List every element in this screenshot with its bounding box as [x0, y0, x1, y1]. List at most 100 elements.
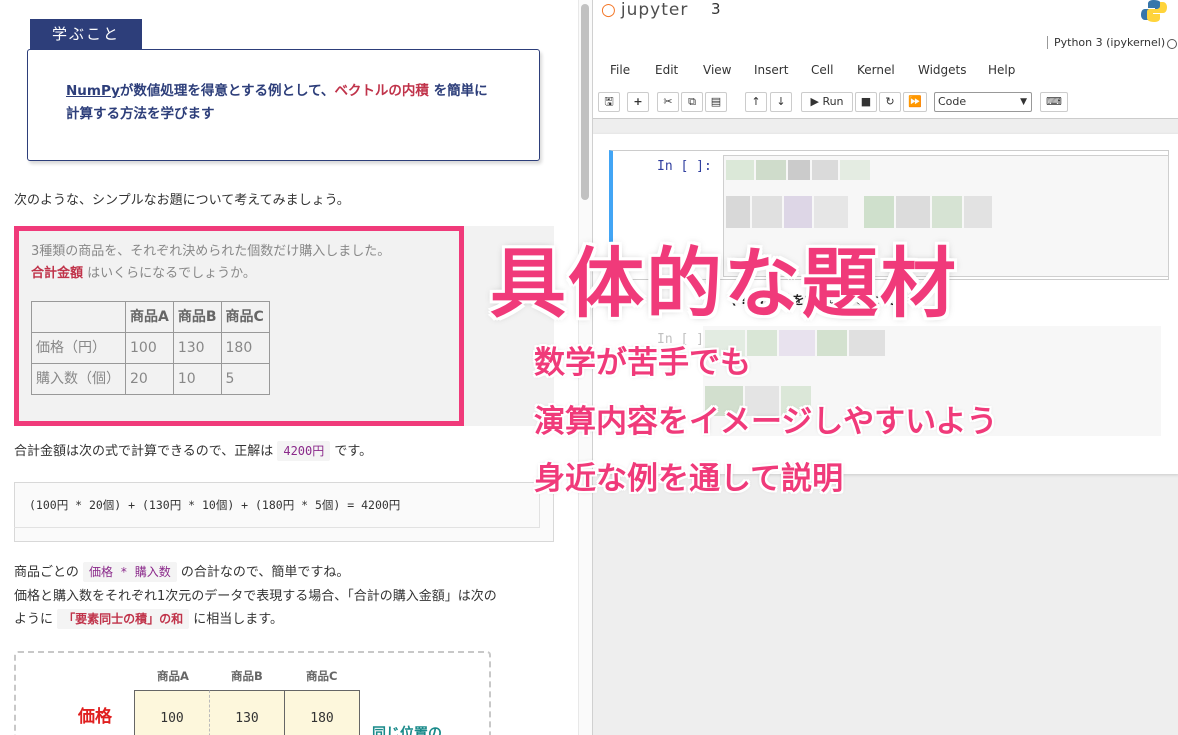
- python-logo-icon: [1141, 0, 1167, 22]
- left-scrollbar-thumb[interactable]: [581, 4, 589, 200]
- price-times-qty-code: 価格 * 購入数: [83, 562, 177, 582]
- blurred-code: [817, 330, 847, 356]
- paste-icon[interactable]: ▤: [705, 92, 727, 112]
- learn-tab-label: 学ぶこと: [30, 19, 142, 49]
- menu-widgets[interactable]: Widgets: [918, 63, 967, 77]
- dot-product-highlight: ベクトルの内積: [334, 83, 429, 99]
- blurred-code: [964, 196, 992, 228]
- blurred-code: [726, 160, 754, 180]
- total-amount-label: 合計金額: [31, 266, 84, 281]
- blurred-code: [779, 330, 815, 356]
- vector-diagram: 商品A 商品B 商品C 価格 100 130 180 同じ位置の: [14, 651, 491, 735]
- move-up-icon[interactable]: ↑: [745, 92, 767, 112]
- table-header-row: 商品A 商品B 商品C: [31, 301, 270, 333]
- run-button[interactable]: ▶ Run: [801, 92, 853, 112]
- table-row: 購入数（個） 20 10 5: [31, 363, 270, 395]
- learn-text: が数値処理を得意とする例として、: [119, 83, 335, 99]
- cut-icon[interactable]: ✂: [657, 92, 679, 112]
- answer-pre: 合計金額は次の式で計算できるので、正解は: [14, 444, 278, 459]
- save-icon[interactable]: 🖫: [598, 92, 620, 112]
- table-row: 価格（円） 100 130 180: [31, 332, 270, 364]
- table-header: 商品B: [172, 301, 222, 333]
- learn-text: 計算する方法を学びます: [66, 106, 215, 122]
- menu-file[interactable]: File: [610, 63, 630, 77]
- para4-pre: ように: [14, 612, 58, 627]
- diagram-header: 商品A: [157, 669, 189, 683]
- chevron-down-icon: ▼: [1020, 97, 1027, 107]
- overlay-line2: 演算内容をイメージしやすいよう: [534, 404, 998, 440]
- overlay-title: 具体的な題材: [490, 239, 958, 328]
- table-header: 商品A: [125, 301, 174, 333]
- para4-post: に相当します。: [189, 612, 283, 627]
- kernel-status-icon: [1167, 39, 1177, 49]
- overlay-line3: 身近な例を通して説明: [534, 461, 844, 497]
- restart-icon[interactable]: ↻: [879, 92, 901, 112]
- kernel-indicator[interactable]: Python 3 (ipykernel): [1047, 36, 1165, 49]
- table-cell: 価格（円）: [31, 332, 126, 364]
- diagram-header: 商品C: [306, 669, 338, 683]
- add-cell-icon[interactable]: +: [627, 92, 649, 112]
- copy-icon[interactable]: ⧉: [681, 92, 703, 112]
- blurred-code: [812, 160, 838, 180]
- answer-value: 4200円: [277, 441, 331, 461]
- menu-insert[interactable]: Insert: [754, 63, 788, 77]
- menu-help[interactable]: Help: [988, 63, 1015, 77]
- jupyter-menubar: File Edit View Insert Cell Kernel Widget…: [593, 50, 1178, 85]
- stop-icon[interactable]: ■: [855, 92, 877, 112]
- lesson-pane: 学ぶこと NumPyが数値処理を得意とする例として、ベクトルの内積 を簡単に 計…: [0, 0, 578, 735]
- run-label: Run: [822, 95, 844, 108]
- diagram-cell: 180: [284, 690, 360, 735]
- code-block-inner-frame: [14, 482, 540, 528]
- table-cell: 購入数（個）: [31, 363, 126, 395]
- table-header: [31, 301, 126, 333]
- numpy-link[interactable]: NumPy: [66, 83, 120, 99]
- diagram-side-label: 同じ位置の: [372, 726, 442, 735]
- para3: 価格と購入数をそれぞれ1次元のデータで表現する場合、「合計の購入金額」は次の: [14, 589, 497, 604]
- table-cell: 180: [220, 332, 270, 364]
- para4: ように 「要素同士の積」の和 に相当します。: [14, 608, 283, 632]
- blurred-code: [788, 160, 810, 180]
- fast-forward-icon[interactable]: ⏩: [903, 92, 927, 112]
- table-cell: 5: [220, 363, 270, 395]
- notebook-title[interactable]: 3: [711, 0, 721, 18]
- cell-prompt: In [ ]:: [657, 159, 712, 174]
- learn-summary-box: NumPyが数値処理を得意とする例として、ベクトルの内積 を簡単に 計算する方法…: [27, 49, 540, 161]
- table-cell: 130: [172, 332, 222, 364]
- keyboard-icon[interactable]: ⌨: [1040, 92, 1068, 112]
- diagram-cell: 100: [134, 690, 210, 735]
- elementwise-product-sum: 「要素同士の積」の和: [57, 609, 190, 629]
- table-header: 商品C: [220, 301, 270, 333]
- problem-line2-text: はいくらになるでしょうか。: [83, 266, 256, 281]
- problem-line2: 合計金額 はいくらになるでしょうか。: [31, 263, 447, 285]
- menu-view[interactable]: View: [703, 63, 731, 77]
- para2: 商品ごとの 価格 * 購入数 の合計なので、簡単ですね。: [14, 561, 349, 585]
- price-table: 商品A 商品B 商品C 価格（円） 100 130 180 購入数（個） 20 …: [31, 301, 270, 395]
- move-down-icon[interactable]: ↓: [770, 92, 792, 112]
- menu-cell[interactable]: Cell: [811, 63, 833, 77]
- diagram-header: 商品B: [231, 669, 263, 683]
- jupyter-logo-text: jupyter: [620, 0, 689, 20]
- overlay-line1: 数学が苦手でも: [534, 345, 751, 381]
- menu-edit[interactable]: Edit: [655, 63, 678, 77]
- table-cell: 10: [172, 363, 222, 395]
- blurred-code: [747, 330, 777, 356]
- jupyter-header: ○ jupyter 3 Python 3 (ipykernel): [593, 0, 1178, 50]
- intro-text: 次のような、シンプルなお題について考えてみましょう。: [14, 193, 350, 208]
- answer-text: 合計金額は次の式で計算できるので、正解は 4200円 です。: [14, 440, 372, 464]
- problem-box: 3種類の商品を、それぞれ決められた個数だけ購入しました。 合計金額 はいくらにな…: [14, 226, 464, 426]
- jupyter-logo[interactable]: ○ jupyter: [601, 0, 688, 20]
- problem-line1: 3種類の商品を、それぞれ決められた個数だけ購入しました。: [31, 244, 391, 259]
- blurred-code: [756, 160, 786, 180]
- diagram-cell: 130: [209, 690, 285, 735]
- learn-text: を簡単に: [428, 83, 488, 99]
- table-cell: 20: [125, 363, 174, 395]
- menu-kernel[interactable]: Kernel: [857, 63, 895, 77]
- para2-pre: 商品ごとの: [14, 565, 84, 580]
- blurred-code: [840, 160, 870, 180]
- jupyter-toolbar: 🖫 + ✂ ⧉ ▤ ↑ ↓ ▶ Run ■ ↻ ⏩ Code ▼ ⌨: [593, 85, 1178, 119]
- run-icon: ▶: [810, 95, 819, 108]
- table-cell: 100: [125, 332, 174, 364]
- para2-post: の合計なので、簡単ですね。: [176, 565, 350, 580]
- cell-type-select[interactable]: Code ▼: [934, 92, 1032, 112]
- jupyter-logo-icon: ○: [601, 0, 617, 20]
